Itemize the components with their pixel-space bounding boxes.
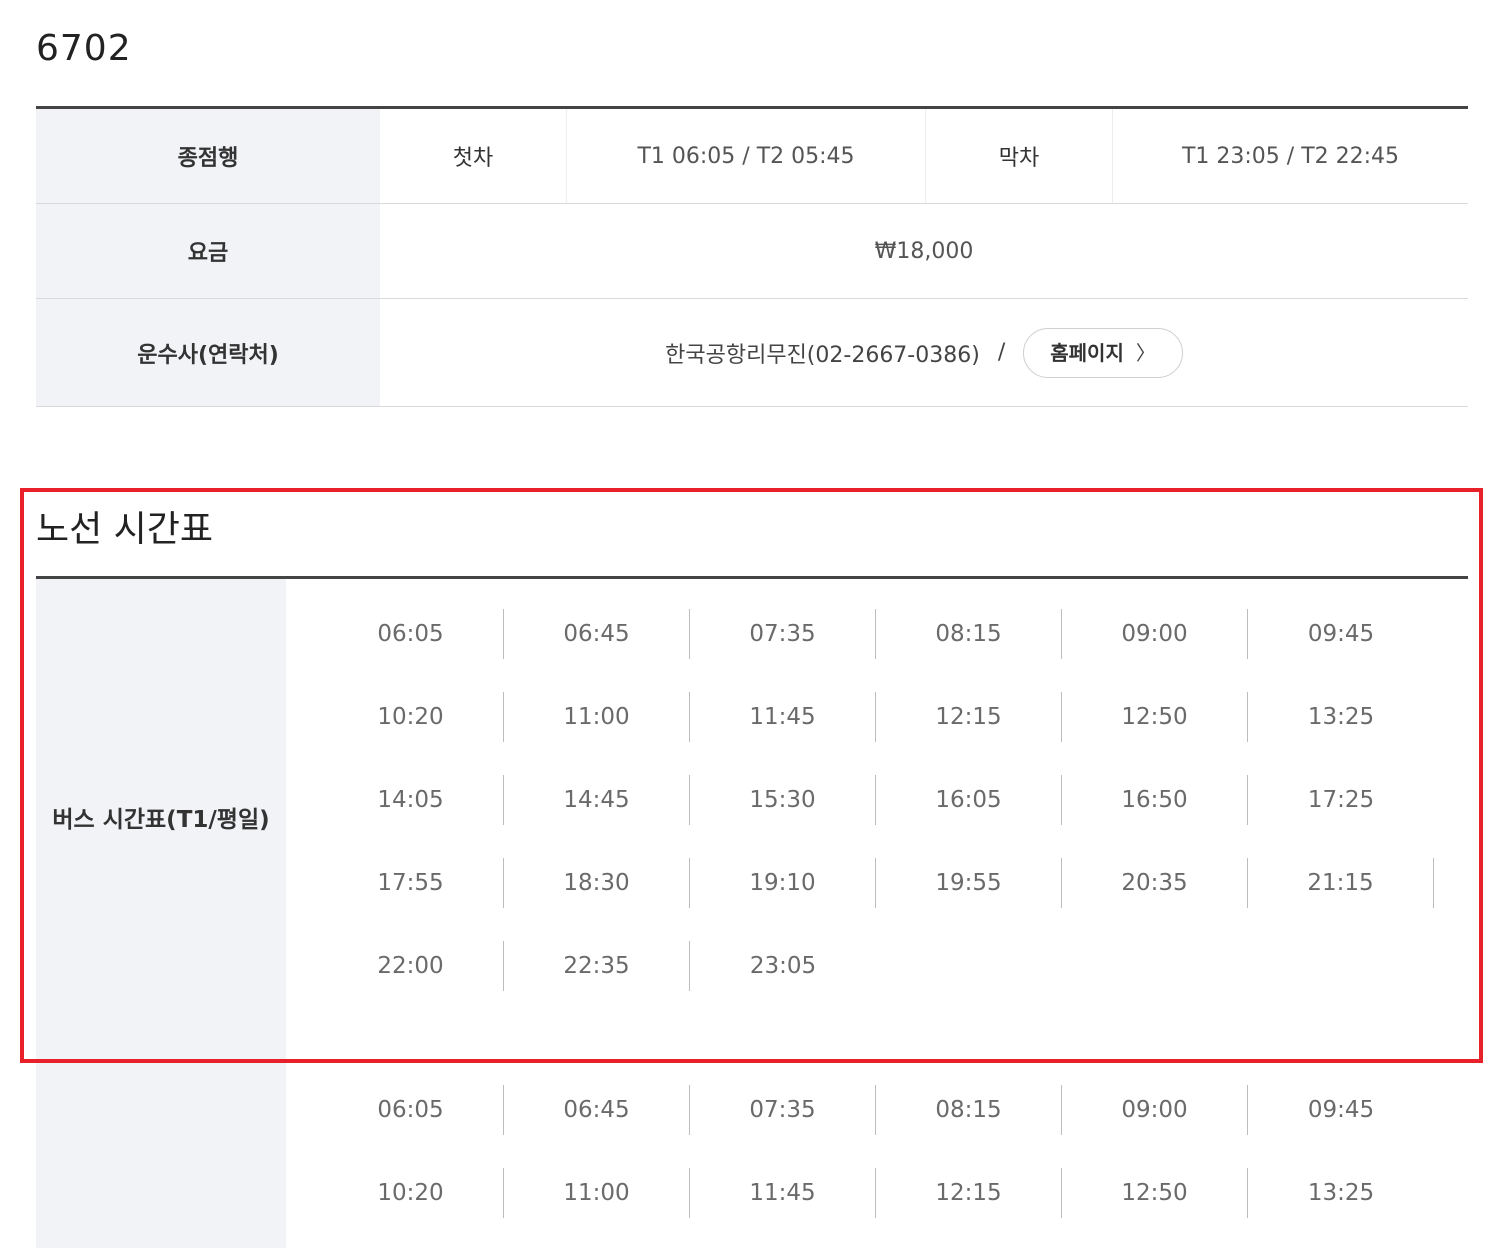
- time-row: 06:05 06:45 07:35 08:15 09:00 09:45: [318, 1068, 1438, 1151]
- departure-time: 12:50: [1062, 1167, 1248, 1218]
- departure-time: 22:00: [318, 940, 504, 991]
- fare-value: ₩18,000: [380, 203, 1468, 299]
- departure-time: 09:00: [1062, 1084, 1248, 1135]
- route-number-title: 6702: [36, 28, 132, 69]
- chevron-right-icon: 〉: [1135, 340, 1156, 365]
- time-row: 10:20 11:00 11:45 12:15 12:50 13:25: [318, 675, 1438, 758]
- departure-time: 13:25: [1307, 1179, 1375, 1206]
- departure-time: 11:00: [504, 1167, 690, 1218]
- weekday-t1-times: 06:05 06:45 07:35 08:15 09:00 09:45 10:20 11:00…: [318, 592, 1438, 1007]
- page: 6702 종점행 첫차 T1 06:05 / T2 05:45 막차 T1 23…: [0, 0, 1490, 1248]
- first-bus-value: T1 06:05 / T2 05:45: [566, 107, 926, 204]
- departure-time: 06:05: [318, 1084, 504, 1135]
- departure-time: 08:15: [876, 1084, 1062, 1135]
- homepage-button-label: 홈페이지: [1050, 340, 1124, 365]
- departure-time: 07:35: [690, 608, 876, 659]
- last-bus-value: T1 23:05 / T2 22:45: [1112, 107, 1468, 204]
- departure-time: 10:20: [318, 1167, 504, 1218]
- departure-time: 06:05: [318, 608, 504, 659]
- departure-time: 10:20: [318, 691, 504, 742]
- fare-label: 요금: [36, 203, 380, 299]
- separator: /: [997, 340, 1006, 365]
- departure-time: 12:50: [1062, 691, 1248, 742]
- first-bus-label: 첫차: [380, 107, 567, 204]
- departure-time: 06:45: [504, 1084, 690, 1135]
- route-info-table: 종점행 첫차 T1 06:05 / T2 05:45 막차 T1 23:05 /…: [36, 106, 1468, 407]
- destination-label: 종점행: [36, 107, 380, 204]
- time-row: 10:20 11:00 11:45 12:15 12:50 13:25: [318, 1151, 1438, 1234]
- time-row: 06:05 06:45 07:35 08:15 09:00 09:45: [318, 592, 1438, 675]
- next-schedule-times: 06:05 06:45 07:35 08:15 09:00 09:45 10:20 11:00…: [318, 1068, 1438, 1234]
- departure-time: 21:15: [1248, 857, 1434, 908]
- homepage-button[interactable]: 홈페이지 〉: [1023, 327, 1183, 378]
- departure-time: 08:15: [876, 608, 1062, 659]
- time-row: 22:00 22:35 23:05: [318, 924, 1438, 1007]
- departure-time: 14:05: [318, 774, 504, 825]
- departure-time: 19:55: [876, 857, 1062, 908]
- departure-time: 20:35: [1062, 857, 1248, 908]
- last-bus-label: 막차: [925, 107, 1113, 204]
- departure-time: 06:45: [504, 608, 690, 659]
- fare-row: 요금 ₩18,000: [36, 203, 1468, 299]
- operator-label: 운수사(연락처): [36, 298, 380, 407]
- operator-cell: 한국공항리무진(02-2667-0386) / 홈페이지 〉: [380, 298, 1468, 407]
- departure-time: 17:25: [1307, 786, 1375, 813]
- departure-time: 22:35: [504, 940, 690, 991]
- departure-time: 09:45: [1307, 1096, 1375, 1123]
- departure-time: 23:05: [749, 952, 817, 979]
- departure-time: 14:45: [504, 774, 690, 825]
- time-row: 17:55 18:30 19:10 19:55 20:35 21:15: [318, 841, 1438, 924]
- operator-name-phone: 한국공항리무진(02-2667-0386): [665, 342, 980, 368]
- first-last-bus-row: 종점행 첫차 T1 06:05 / T2 05:45 막차 T1 23:05 /…: [36, 107, 1468, 204]
- departure-time: 12:15: [876, 691, 1062, 742]
- departure-time: 11:45: [690, 691, 876, 742]
- departure-time: 13:25: [1307, 703, 1375, 730]
- timetable-section-title: 노선 시간표: [36, 509, 214, 550]
- operator-row: 운수사(연락처) 한국공항리무진(02-2667-0386) / 홈페이지 〉: [36, 298, 1468, 407]
- departure-time: 16:50: [1062, 774, 1248, 825]
- departure-time: 17:55: [318, 857, 504, 908]
- departure-time: 16:05: [876, 774, 1062, 825]
- departure-time: 07:35: [690, 1084, 876, 1135]
- departure-time: 19:10: [690, 857, 876, 908]
- time-row: 14:05 14:45 15:30 16:05 16:50 17:25: [318, 758, 1438, 841]
- departure-time: 11:00: [504, 691, 690, 742]
- departure-time: 15:30: [690, 774, 876, 825]
- departure-time: 12:15: [876, 1167, 1062, 1218]
- schedule-label: 버스 시간표(T1/평일): [52, 807, 270, 833]
- departure-time: 11:45: [690, 1167, 876, 1218]
- departure-time: 18:30: [504, 857, 690, 908]
- departure-time: 09:45: [1307, 620, 1375, 647]
- timetable-label-column: [36, 579, 286, 1248]
- departure-time: 09:00: [1062, 608, 1248, 659]
